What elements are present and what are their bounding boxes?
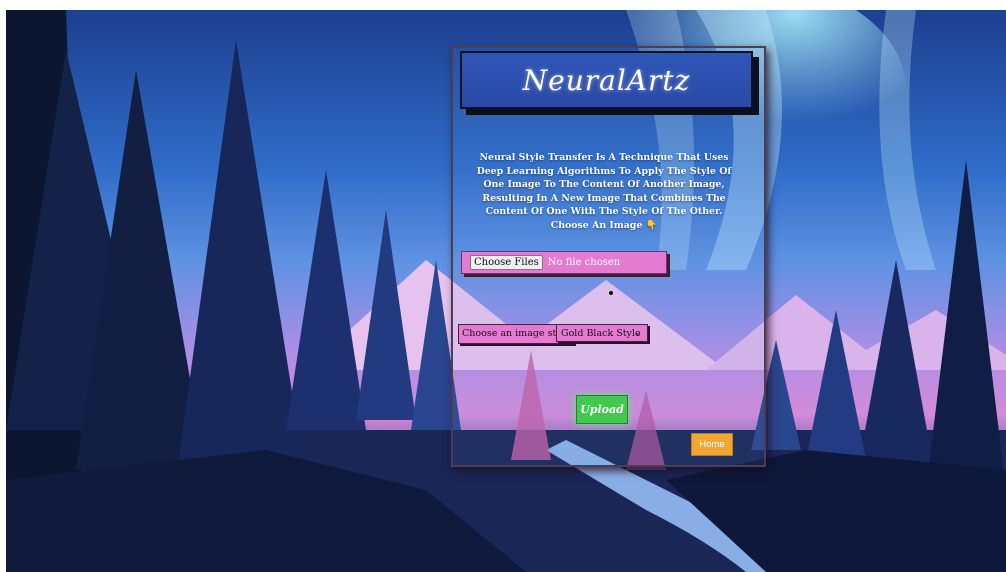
intro-text: Neural Style Transfer Is A Technique Tha… <box>476 152 732 231</box>
file-input[interactable]: Choose Files No file chosen <box>461 251 667 274</box>
chevron-down-icon: ⌄ <box>634 329 642 339</box>
home-button[interactable]: Home <box>691 433 733 456</box>
style-selected-value: Gold Black Style <box>561 328 641 339</box>
upload-button[interactable]: Upload <box>576 395 628 424</box>
brand-banner: NeuralArtz <box>460 51 753 109</box>
style-select[interactable]: Gold Black Style ⌄ <box>556 324 648 342</box>
file-status-text: No file chosen <box>547 257 621 268</box>
decorative-dot <box>609 291 613 295</box>
app-title: NeuralArtz <box>522 63 691 97</box>
choose-files-button[interactable]: Choose Files <box>470 255 543 270</box>
